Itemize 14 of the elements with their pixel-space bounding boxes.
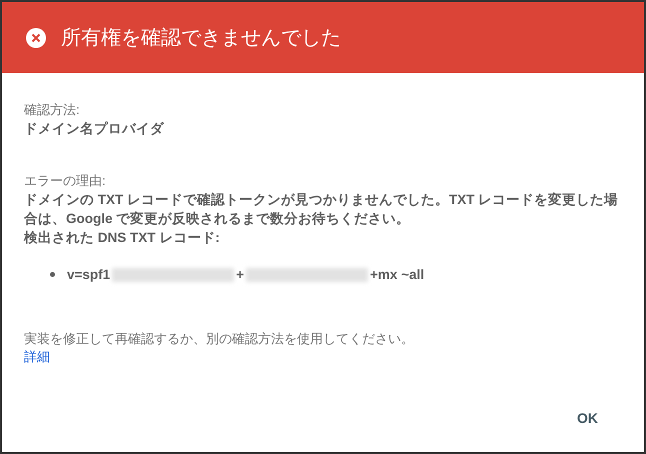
record-text: v=spf1	[67, 266, 110, 284]
bullet-icon	[50, 272, 55, 277]
error-icon	[25, 26, 47, 48]
method-value: ドメイン名プロバイダ	[24, 120, 165, 138]
details-link[interactable]: 詳細	[24, 348, 50, 366]
dialog-title: 所有権を確認できませんでした	[61, 26, 341, 51]
record-text: +	[236, 266, 244, 284]
record-text: +mx ~all	[370, 266, 424, 284]
ok-button[interactable]: OK	[565, 402, 610, 434]
error-message: ドメインの TXT レコードで確認トークンが見つかりませんでした。TXT レコードを変更した場合は、Google で変更が反映されるまで数分お待ちください。	[24, 191, 620, 228]
hint-text: 実装を修正して再確認するか、別の確認方法を使用してください。	[24, 330, 415, 348]
error-label: エラーの理由:	[24, 172, 107, 190]
method-label: 確認方法:	[24, 101, 81, 119]
records-label: 検出された DNS TXT レコード:	[24, 229, 221, 247]
